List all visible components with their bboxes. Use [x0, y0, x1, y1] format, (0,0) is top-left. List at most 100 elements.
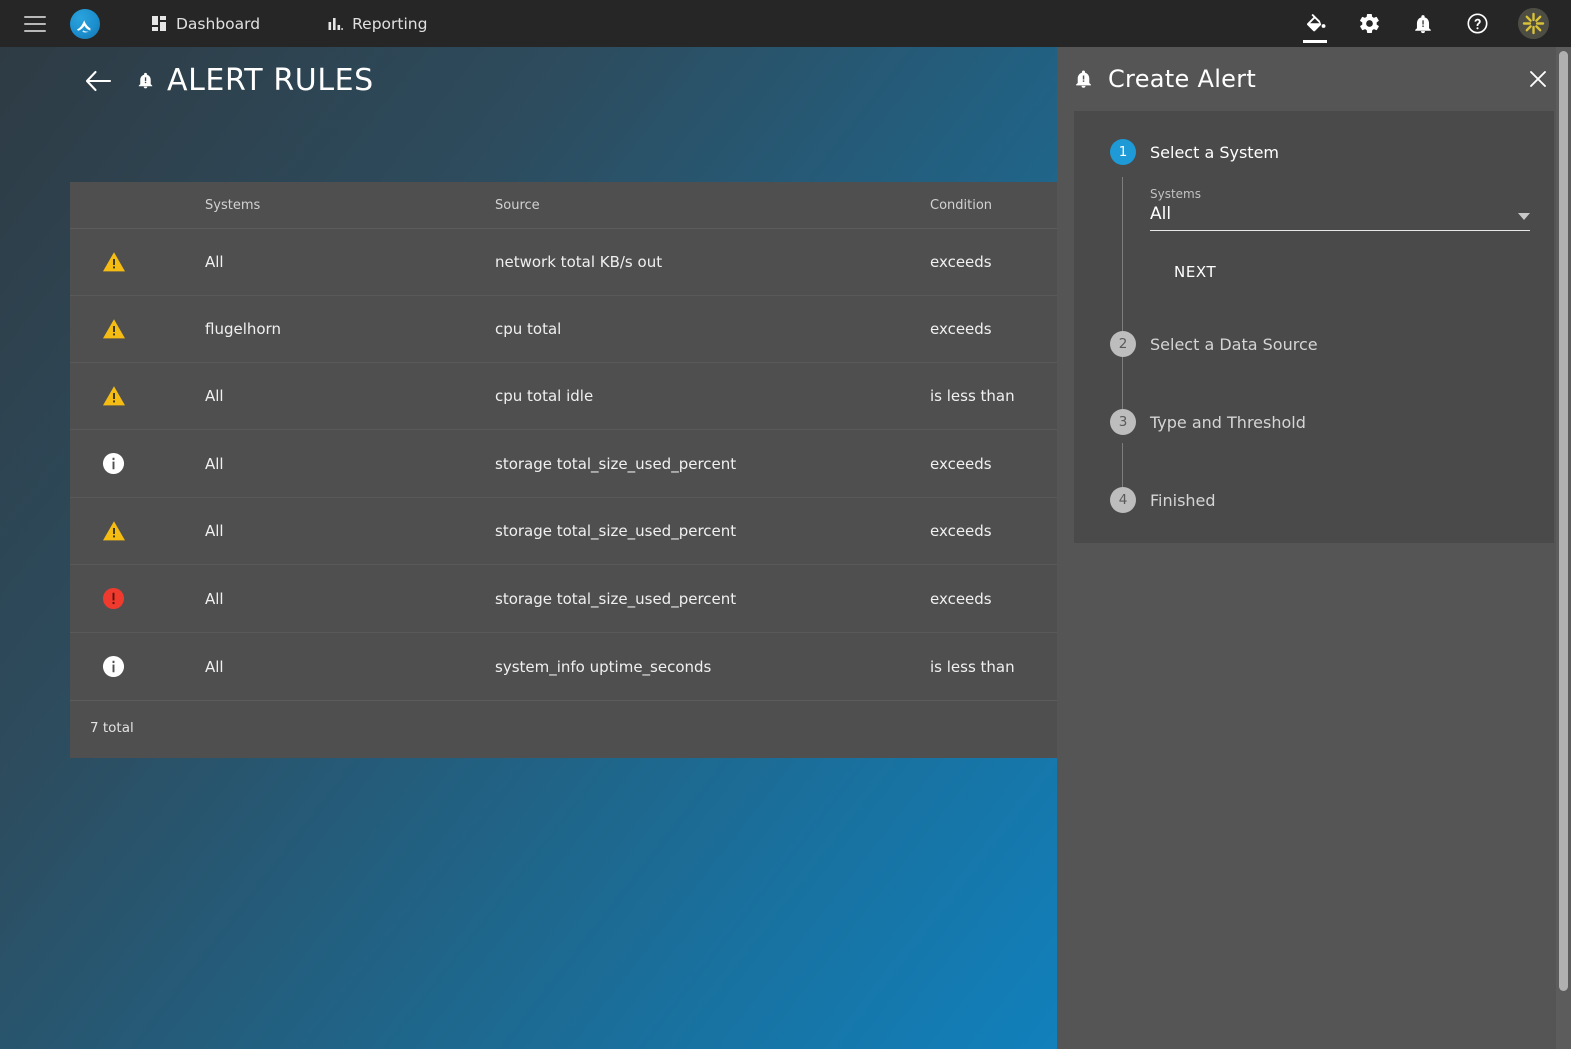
column-header-systems[interactable]: Systems	[205, 182, 495, 229]
stepper-step-3-header[interactable]: 3 Type and Threshold	[1110, 401, 1554, 443]
step-label-4: Finished	[1150, 490, 1216, 510]
table-row[interactable]: All storage total_size_used_percent exceed…	[70, 497, 1057, 565]
cell-condition: exceeds	[930, 429, 1057, 498]
app-logo-icon[interactable]	[70, 8, 100, 39]
drawer-title: Create Alert	[1108, 65, 1257, 93]
table-row[interactable]: All cpu total idle is less than	[70, 362, 1057, 430]
cell-source: storage total_size_used_percent	[495, 564, 930, 633]
main-nav: Dashboard Reporting	[138, 9, 441, 39]
cell-source: system_info uptime_seconds	[495, 632, 930, 701]
systems-select-control[interactable]: All	[1150, 204, 1530, 231]
topbar-actions	[1302, 8, 1549, 43]
step-number-4: 4	[1110, 487, 1136, 513]
cell-systems: All	[205, 497, 495, 565]
gear-icon[interactable]	[1356, 11, 1382, 37]
step-spacer-2	[1074, 365, 1554, 401]
cell-source: storage total_size_used_percent	[495, 429, 930, 498]
step-spacer-1	[1074, 287, 1554, 323]
stepper-step-4: 4 Finished	[1074, 479, 1554, 521]
table-body: All network total KB/s out exceeds flugelho…	[70, 228, 1057, 701]
cell-source: network total KB/s out	[495, 228, 930, 296]
table-total-count: 7 total	[70, 701, 1057, 758]
create-alert-drawer: Create Alert 1 Select a System Systems A…	[1057, 47, 1571, 1049]
next-button[interactable]: NEXT	[1164, 257, 1226, 287]
severity-info-icon	[70, 632, 205, 701]
severity-warning-icon	[70, 295, 205, 363]
cell-condition: is less than	[930, 632, 1057, 701]
systems-select-label: Systems	[1150, 187, 1201, 201]
drawer-header: Create Alert	[1057, 47, 1571, 111]
cell-condition: exceeds	[930, 228, 1057, 296]
page-header: ALERT RULES	[85, 63, 374, 98]
systems-select-value: All	[1150, 204, 1172, 224]
step-spacer-3	[1074, 443, 1554, 479]
alert-rules-table-card: Systems Source Condition All network tota…	[70, 182, 1057, 758]
severity-warning-icon	[70, 497, 205, 565]
app-root: Dashboard Reporting ALERT RULES Systems …	[0, 0, 1571, 1049]
nav-item-reporting-label: Reporting	[352, 14, 428, 33]
stepper-step-1-body: Systems All NEXT	[1110, 173, 1530, 287]
severity-critical-icon	[70, 564, 205, 633]
cell-condition: exceeds	[930, 564, 1057, 633]
page-title: ALERT RULES	[167, 63, 374, 98]
table-row[interactable]: flugelhorn cpu total exceeds	[70, 295, 1057, 363]
severity-warning-icon	[70, 228, 205, 296]
systems-select-field: Systems All	[1150, 177, 1530, 233]
column-header-severity[interactable]	[70, 182, 205, 229]
stepper-step-2-header[interactable]: 2 Select a Data Source	[1110, 323, 1554, 365]
column-header-source[interactable]: Source	[495, 182, 930, 229]
bell-icon	[1073, 68, 1094, 90]
close-x-icon[interactable]	[1525, 66, 1551, 92]
step-label-3: Type and Threshold	[1150, 412, 1306, 432]
nav-item-dashboard[interactable]: Dashboard	[138, 9, 274, 39]
step-number-1: 1	[1110, 139, 1136, 165]
cell-systems: All	[205, 429, 495, 498]
back-arrow-icon[interactable]	[85, 70, 112, 92]
stepper-step-3: 3 Type and Threshold	[1074, 401, 1554, 493]
cell-source: storage total_size_used_percent	[495, 497, 930, 565]
bell-icon[interactable]	[1410, 11, 1436, 37]
cell-condition: is less than	[930, 362, 1057, 430]
cell-source: cpu total idle	[495, 362, 930, 430]
nav-item-dashboard-label: Dashboard	[176, 14, 261, 33]
cell-source: cpu total	[495, 295, 930, 363]
paint-bucket-icon[interactable]	[1302, 11, 1328, 43]
bar-chart-icon	[328, 17, 343, 31]
table-row[interactable]: All storage total_size_used_percent exceed…	[70, 429, 1057, 498]
alert-bell-icon	[136, 70, 155, 91]
table-header: Systems Source Condition	[70, 182, 1057, 229]
cell-condition: exceeds	[930, 295, 1057, 363]
hamburger-menu-icon[interactable]	[24, 15, 46, 32]
create-alert-stepper: 1 Select a System Systems All NEXT 2 Sel…	[1074, 111, 1554, 543]
nav-item-reporting[interactable]: Reporting	[314, 9, 441, 39]
user-avatar[interactable]	[1518, 8, 1549, 39]
vertical-scrollbar-track[interactable]	[1556, 47, 1571, 1049]
cell-systems: All	[205, 564, 495, 633]
step-label-2: Select a Data Source	[1150, 334, 1318, 354]
table-row[interactable]: All system_info uptime_seconds is less tha…	[70, 632, 1057, 701]
table-row[interactable]: All storage total_size_used_percent exceed…	[70, 564, 1057, 633]
step-label-1: Select a System	[1150, 142, 1279, 162]
stepper-step-1-header[interactable]: 1 Select a System	[1110, 131, 1554, 173]
table-header-row: Systems Source Condition	[70, 182, 1057, 229]
step-number-3: 3	[1110, 409, 1136, 435]
column-header-condition[interactable]: Condition	[930, 182, 1057, 229]
cell-systems: flugelhorn	[205, 295, 495, 363]
cell-systems: All	[205, 228, 495, 296]
step-number-2: 2	[1110, 331, 1136, 357]
severity-warning-icon	[70, 362, 205, 430]
stepper-step-4-header[interactable]: 4 Finished	[1110, 479, 1554, 521]
cell-condition: exceeds	[930, 497, 1057, 565]
vertical-scrollbar-thumb[interactable]	[1559, 51, 1568, 991]
severity-info-icon	[70, 429, 205, 498]
cell-systems: All	[205, 632, 495, 701]
question-circle-icon[interactable]	[1464, 11, 1490, 37]
stepper-step-2: 2 Select a Data Source	[1074, 323, 1554, 415]
top-navigation-bar: Dashboard Reporting	[0, 0, 1571, 47]
chevron-down-icon	[1518, 213, 1530, 220]
table-row[interactable]: All network total KB/s out exceeds	[70, 228, 1057, 296]
stepper-step-1: 1 Select a System Systems All NEXT	[1074, 131, 1554, 387]
grid-tiles-icon	[152, 16, 167, 31]
alert-rules-table: Systems Source Condition All network tota…	[70, 182, 1057, 701]
cell-systems: All	[205, 362, 495, 430]
